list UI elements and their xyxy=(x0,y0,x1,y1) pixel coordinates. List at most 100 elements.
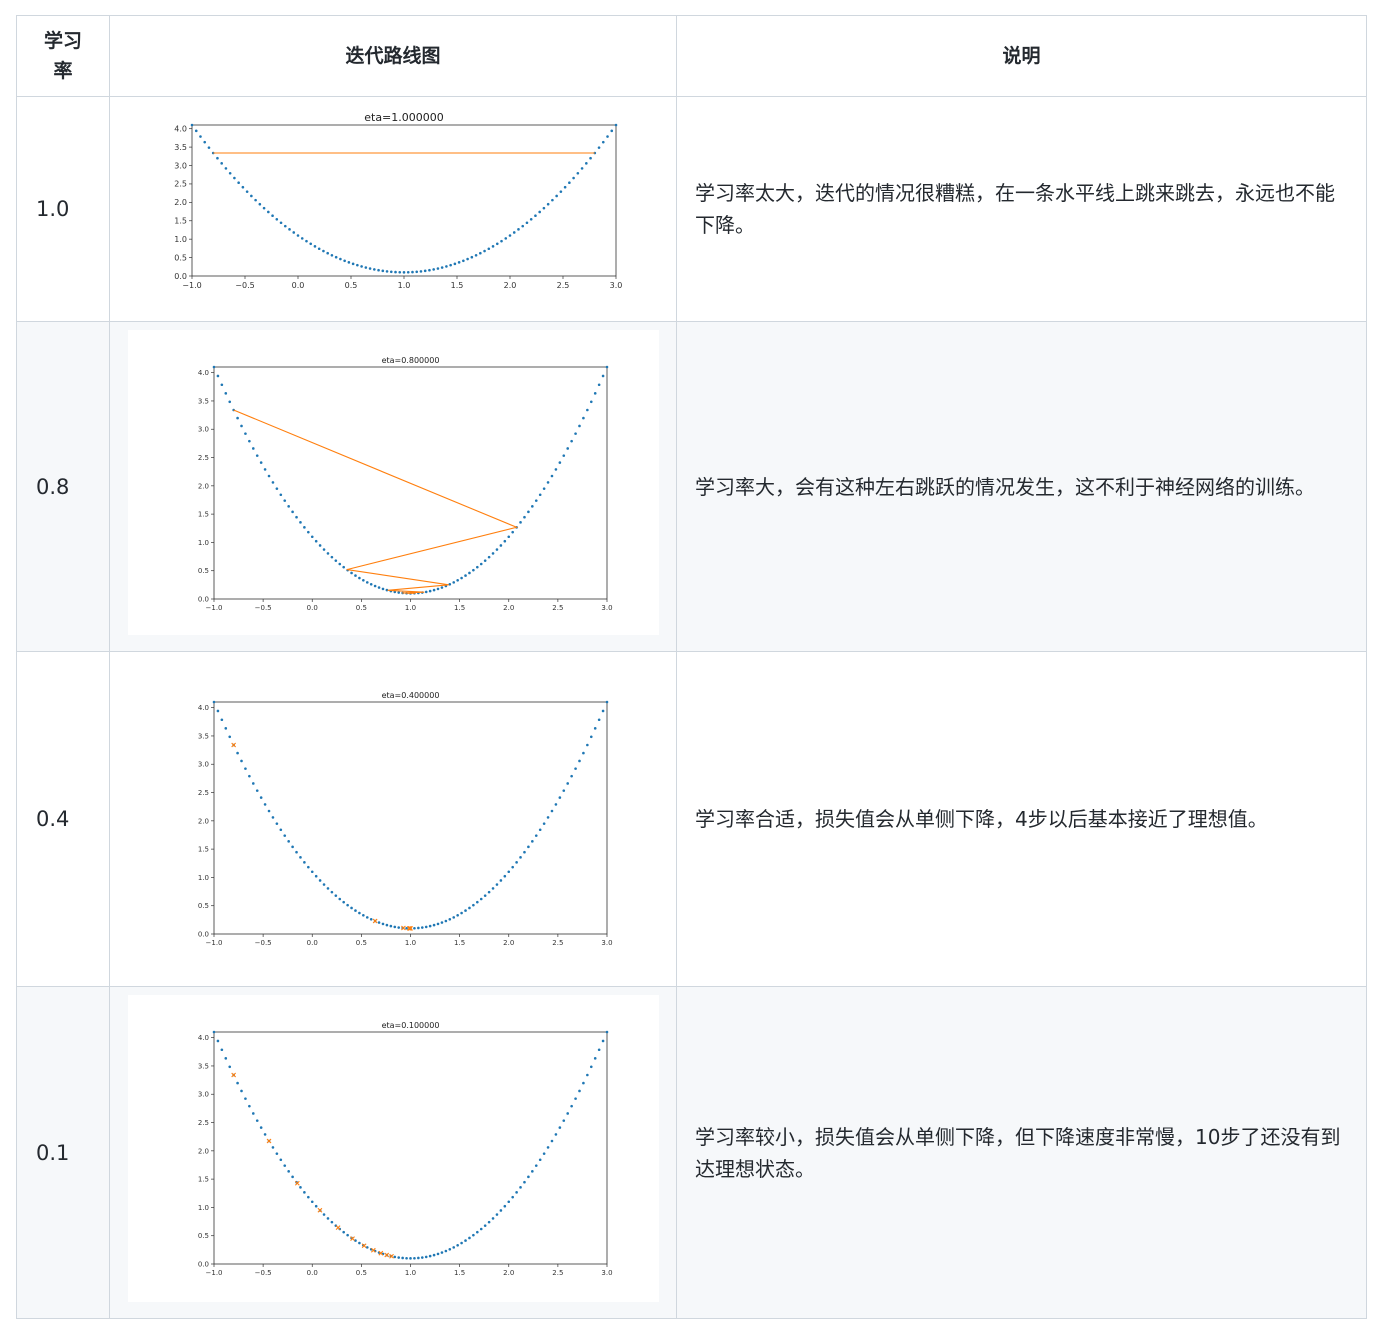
curve-point xyxy=(495,242,499,246)
chart-eta-0.1: eta=0.100000 −1.0 −0.5 0.0 0.5 1.0 1.5 2.0 2.5 3.… xyxy=(198,1021,613,1277)
curve-point xyxy=(330,1220,334,1224)
curve-point xyxy=(610,129,614,133)
y-tick-label: 0.5 xyxy=(174,253,187,262)
curve-point xyxy=(194,129,198,133)
curve-point xyxy=(310,870,314,874)
curve-point xyxy=(216,1039,220,1043)
curve-point xyxy=(538,210,541,214)
curve-point xyxy=(456,579,459,582)
curve-point xyxy=(521,224,525,228)
curve-point xyxy=(534,834,538,837)
curve-point xyxy=(207,146,211,149)
curve-point xyxy=(468,906,471,910)
curve-point xyxy=(322,1213,326,1216)
curve-point xyxy=(338,562,342,566)
curve-point xyxy=(449,263,452,267)
curve-point xyxy=(346,903,349,907)
curve-point xyxy=(423,269,427,273)
curve-point xyxy=(259,461,263,464)
description-cell: 学习率较小，损失值会从单侧下降，但下降速度非常慢，10步了还没有到达理想状态。 xyxy=(676,986,1367,1319)
x-tick-label: 0.0 xyxy=(292,281,305,290)
x-tick-label: −1.0 xyxy=(206,939,223,947)
x-tick-label: 0.0 xyxy=(307,1269,318,1277)
curve-point xyxy=(267,809,271,813)
curve-point xyxy=(472,568,475,572)
curve-point xyxy=(558,796,562,799)
curve-point xyxy=(212,365,216,369)
curve-point xyxy=(271,816,275,819)
table-row: 0.4 eta=0.400000 −1.0 −0.5 0.0 0.5 1.0 1.5 2.0 2… xyxy=(16,651,1367,987)
curve-point xyxy=(271,214,274,217)
curve-point xyxy=(291,510,294,514)
curve-point xyxy=(220,718,224,722)
curve-point xyxy=(428,268,431,272)
curve-point xyxy=(460,911,463,915)
curve-point xyxy=(483,1224,487,1227)
x-tick-label: 1.5 xyxy=(454,1269,465,1277)
curve-point xyxy=(358,911,361,915)
curve-point xyxy=(342,1230,345,1234)
curve-point xyxy=(555,194,558,198)
header-description: 说明 xyxy=(676,15,1367,97)
curve-point xyxy=(499,1209,503,1212)
curve-point xyxy=(527,845,530,849)
curve-point xyxy=(500,239,503,243)
curve-point xyxy=(351,262,355,266)
curve-point xyxy=(236,1081,239,1085)
curve-point xyxy=(240,759,243,763)
curve-point xyxy=(368,267,372,270)
y-tick-label: 1.5 xyxy=(198,1176,209,1184)
curve-point xyxy=(326,552,330,555)
curve-point xyxy=(428,589,432,593)
curve-point xyxy=(224,392,228,395)
curve-point xyxy=(228,735,232,739)
x-tick-label: 0.0 xyxy=(307,604,318,612)
curve-point xyxy=(468,571,471,575)
curve-point xyxy=(263,803,267,806)
curve-point xyxy=(606,135,609,138)
x-tick-label: 2.5 xyxy=(552,939,563,947)
curve-point xyxy=(413,926,416,930)
curve-point xyxy=(365,581,369,584)
curve-point xyxy=(236,416,239,420)
curve-point xyxy=(534,1164,538,1167)
curve-point xyxy=(589,156,592,160)
y-tick-label: 0.0 xyxy=(198,595,209,603)
curve-point xyxy=(342,900,345,904)
y-tick-label: 0.5 xyxy=(198,1232,209,1240)
curve-point xyxy=(542,822,546,825)
curve-point xyxy=(233,176,236,180)
curve-point xyxy=(507,535,511,539)
curve-point xyxy=(546,1146,550,1149)
curve-point xyxy=(322,249,325,253)
curve-point xyxy=(531,1170,534,1173)
rate-cell: 0.8 xyxy=(16,321,110,652)
curve-point xyxy=(574,432,577,435)
curve-point xyxy=(255,1119,259,1122)
chart-eta-1.0: eta=1.000000 −1.0 −0.5 0.0 0.5 1.0 1.5 2.0 2.5 3.… xyxy=(174,111,622,290)
curve-point xyxy=(483,559,487,562)
curve-point xyxy=(220,162,223,165)
curve-point xyxy=(432,923,436,927)
curve-point xyxy=(487,890,491,894)
curve-point xyxy=(314,874,318,878)
curve-point xyxy=(476,900,479,904)
x-tick-label: −0.5 xyxy=(255,604,272,612)
curve-point xyxy=(457,261,461,264)
y-tick-label: 2.0 xyxy=(198,817,209,825)
x-tick-label: 2.5 xyxy=(552,604,563,612)
curve-point xyxy=(511,1195,514,1199)
curve-point xyxy=(364,266,368,269)
curve-point xyxy=(326,887,330,890)
curve-point xyxy=(554,803,558,806)
curve-point xyxy=(487,1220,491,1224)
curve-point xyxy=(452,1246,456,1249)
curve-point xyxy=(523,1180,526,1184)
curve-point xyxy=(303,526,306,529)
curve-point xyxy=(550,474,554,478)
curve-point xyxy=(373,268,376,271)
curve-point xyxy=(377,268,380,272)
curve-point xyxy=(334,255,338,259)
curve-point xyxy=(271,481,275,484)
curve-point xyxy=(566,447,569,450)
